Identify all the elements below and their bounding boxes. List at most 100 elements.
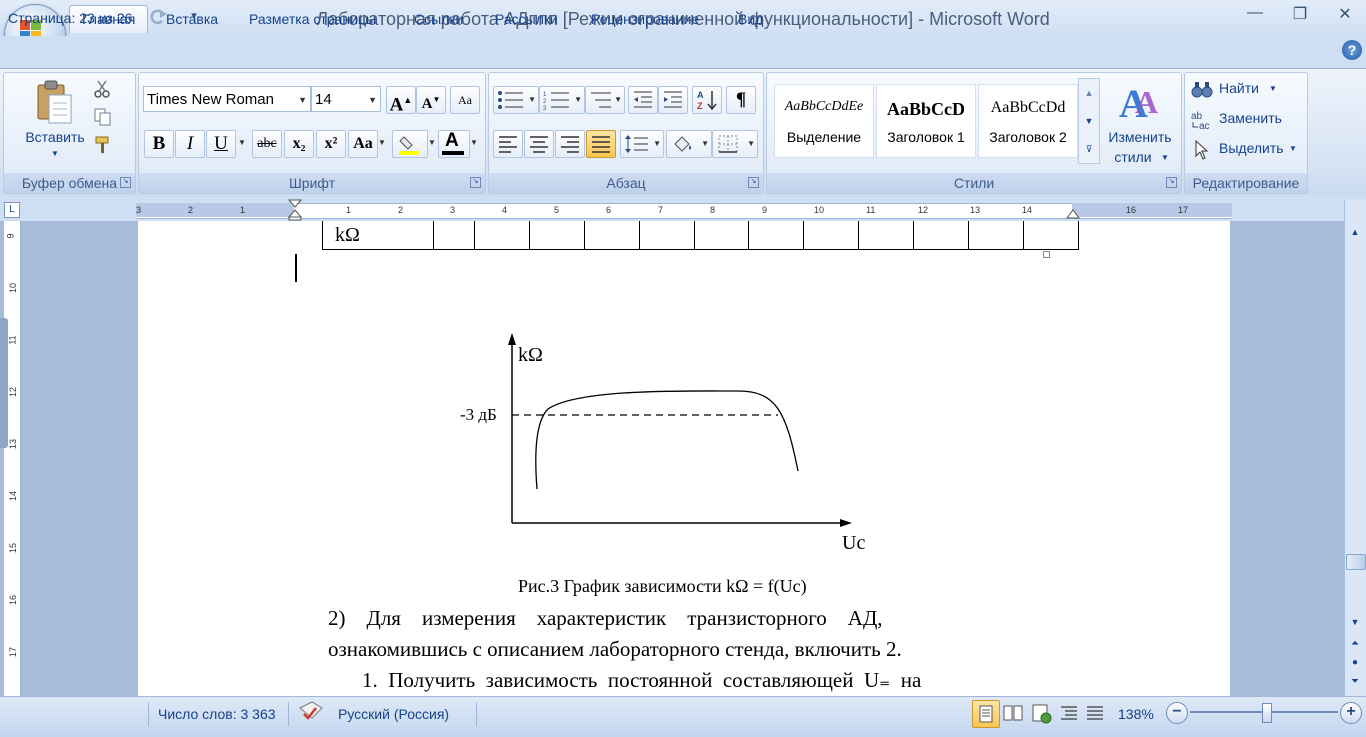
full-screen-reading-icon[interactable] (1000, 700, 1026, 726)
tab-review[interactable]: Рецензирование (587, 8, 703, 30)
bullets-button[interactable]: ▼ (493, 86, 539, 114)
styles-more-icon[interactable]: ⊽ (1079, 135, 1099, 163)
multilevel-list-button[interactable]: ▼ (585, 86, 625, 114)
font-color-button[interactable]: A (438, 130, 470, 158)
restore-button[interactable]: ❐ (1285, 4, 1315, 28)
tab-selector-icon[interactable]: L (4, 202, 20, 218)
styles-scroll-up-icon[interactable]: ▲ (1079, 79, 1099, 107)
table-cell[interactable] (474, 221, 530, 250)
style-heading1[interactable]: AaBbCcD Заголовок 1 (876, 84, 976, 158)
scroll-up-icon[interactable]: ▲ (1347, 224, 1363, 240)
table-cell[interactable] (584, 221, 640, 250)
right-indent-marker-icon[interactable] (1066, 206, 1080, 220)
table-cell[interactable] (858, 221, 914, 250)
line-spacing-button[interactable]: ▼ (620, 130, 664, 158)
shrink-font-icon[interactable]: A▼ (416, 86, 446, 114)
table-cell[interactable] (1023, 221, 1079, 250)
tab-page-layout[interactable]: Разметка страницы (245, 8, 380, 30)
grow-font-icon[interactable]: A▲ (386, 86, 416, 115)
status-language[interactable]: Русский (Россия) (338, 704, 449, 724)
font-launcher-icon[interactable]: ↘ (470, 177, 481, 188)
previous-page-icon[interactable]: ⏶ (1347, 636, 1363, 652)
table-cell[interactable] (433, 221, 475, 250)
data-table[interactable]: kΩ (322, 221, 1079, 250)
select-button[interactable]: Выделить ▼ (1190, 138, 1304, 162)
style-heading2[interactable]: AaBbCcDd Заголовок 2 (978, 84, 1078, 158)
increase-indent-icon[interactable] (658, 86, 688, 114)
underline-dropdown-icon[interactable]: ▼ (238, 138, 246, 147)
zoom-slider-thumb[interactable] (1262, 703, 1272, 723)
table-cell[interactable] (694, 221, 749, 250)
zoom-in-icon[interactable]: + (1340, 702, 1362, 724)
bold-button[interactable]: B (144, 130, 174, 158)
change-case-dropdown-icon[interactable]: ▼ (378, 138, 386, 147)
document-page[interactable]: kΩ kΩ -3 дБ Uc Рис.3 График зависимости … (138, 221, 1230, 696)
justify-icon[interactable] (586, 130, 616, 158)
table-cell[interactable] (968, 221, 1024, 250)
numbering-button[interactable]: 123 ▼ (539, 86, 585, 114)
replace-button[interactable]: ab ac Заменить (1190, 108, 1304, 132)
tab-references[interactable]: Ссылки (410, 8, 467, 30)
style-emphasis[interactable]: AaBbCcDdEe Выделение (774, 84, 874, 158)
draft-view-icon[interactable] (1082, 700, 1108, 726)
show-marks-button[interactable]: ¶ (726, 86, 756, 114)
superscript-button[interactable]: x² (316, 130, 346, 158)
zoom-level[interactable]: 138% (1118, 704, 1154, 724)
table-cell[interactable]: kΩ (322, 221, 434, 250)
clear-formatting-icon[interactable]: Aa (450, 86, 480, 114)
proofing-icon[interactable] (298, 700, 324, 722)
italic-button[interactable]: I (175, 130, 205, 158)
left-indent-marker-icon[interactable] (288, 199, 302, 221)
styles-scroll-down-icon[interactable]: ▼ (1079, 107, 1099, 135)
borders-button[interactable]: ▼ (712, 130, 758, 158)
status-words[interactable]: Число слов: 3 363 (158, 704, 276, 724)
align-left-icon[interactable] (493, 130, 523, 158)
highlight-button[interactable] (392, 130, 428, 158)
format-painter-icon[interactable] (92, 134, 116, 158)
underline-button[interactable]: U (206, 130, 236, 158)
scroll-down-icon[interactable]: ▼ (1347, 614, 1363, 630)
styles-launcher-icon[interactable]: ↘ (1166, 177, 1177, 188)
paragraph-launcher-icon[interactable]: ↘ (748, 177, 759, 188)
font-color-dropdown-icon[interactable]: ▼ (470, 138, 478, 147)
subscript-button[interactable]: x₂ (284, 130, 314, 158)
decrease-indent-icon[interactable] (628, 86, 658, 114)
tab-mailings[interactable]: Рассылки (491, 8, 562, 30)
tab-view[interactable]: Вид (734, 8, 767, 30)
strikethrough-button[interactable]: abc (252, 130, 282, 158)
table-cell[interactable] (913, 221, 969, 250)
clipboard-launcher-icon[interactable]: ↘ (120, 177, 131, 188)
font-name-combo[interactable]: Times New Roman ▼ (143, 86, 311, 112)
highlight-dropdown-icon[interactable]: ▼ (428, 138, 436, 147)
paste-button[interactable]: Вставить ▼ (18, 76, 92, 166)
help-icon[interactable]: ? (1342, 40, 1362, 60)
table-cell[interactable] (639, 221, 695, 250)
status-page[interactable]: Страница: 23 из 26 (8, 8, 132, 28)
next-page-icon[interactable]: ⏷ (1347, 674, 1363, 690)
copy-icon[interactable] (92, 106, 116, 130)
print-layout-view-icon[interactable] (972, 700, 1000, 728)
tab-insert[interactable]: Вставка (162, 8, 222, 30)
outline-view-icon[interactable] (1056, 700, 1082, 726)
table-cell[interactable] (803, 221, 859, 250)
close-button[interactable]: ✕ (1330, 4, 1360, 28)
scroll-thumb[interactable] (1346, 554, 1366, 570)
select-browse-object-icon[interactable]: ● (1347, 655, 1363, 671)
zoom-out-icon[interactable]: − (1166, 702, 1188, 724)
find-button[interactable]: Найти ▼ (1190, 78, 1304, 102)
table-cell[interactable] (748, 221, 804, 250)
sort-icon[interactable]: AZ (692, 86, 722, 114)
table-cell[interactable] (529, 221, 585, 250)
align-right-icon[interactable] (555, 130, 585, 158)
change-case-button[interactable]: Aa (348, 130, 378, 158)
side-handle[interactable] (0, 318, 8, 448)
web-layout-icon[interactable] (1028, 700, 1054, 726)
cut-icon[interactable] (92, 78, 116, 102)
font-size-combo[interactable]: 14 ▼ (311, 86, 381, 112)
styles-gallery-scroll[interactable]: ▲ ▼ ⊽ (1078, 78, 1100, 164)
table-resize-handle[interactable] (1043, 251, 1050, 258)
change-styles-button[interactable]: A A Изменить стили ▼ (1102, 76, 1178, 170)
align-center-icon[interactable] (524, 130, 554, 158)
minimize-button[interactable]: — (1240, 4, 1270, 28)
shading-button[interactable]: ▼ (666, 130, 712, 158)
